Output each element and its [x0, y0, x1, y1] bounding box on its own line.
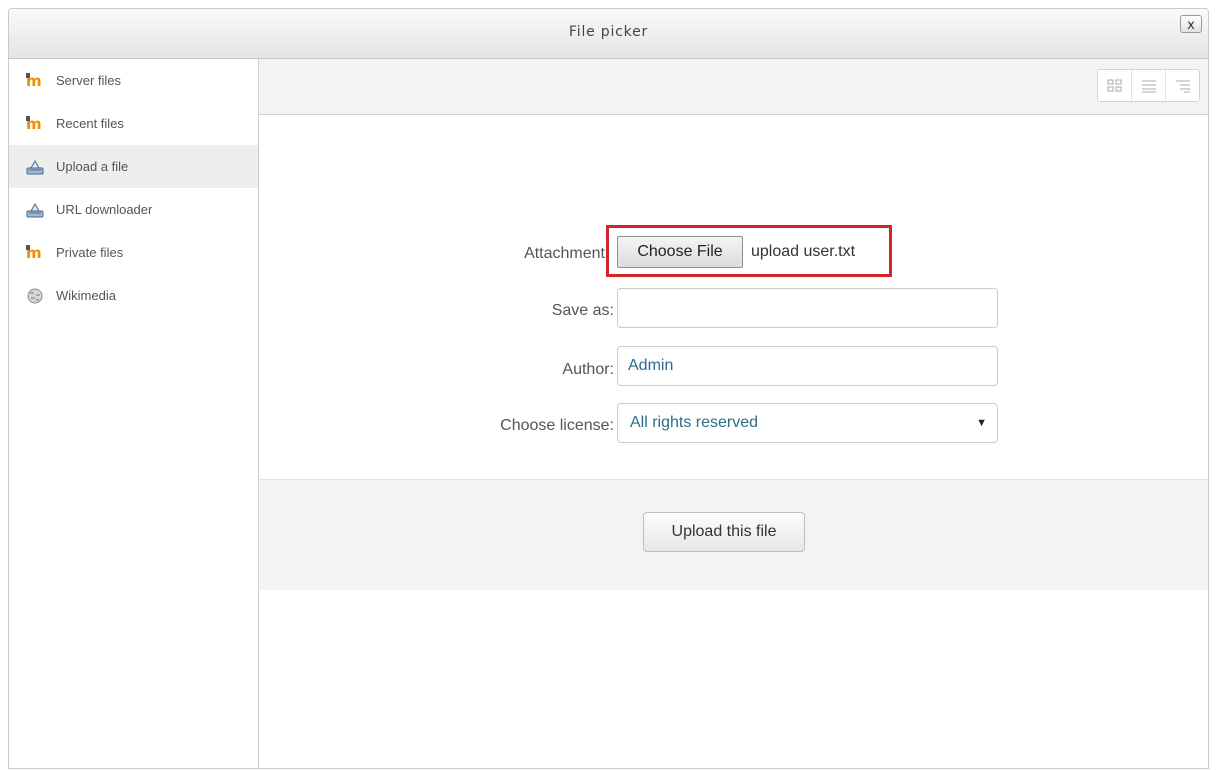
- view-toolbar: [259, 59, 1208, 115]
- tree-view-button[interactable]: [1166, 70, 1199, 101]
- sidebar-item-label: URL downloader: [56, 202, 153, 217]
- sidebar-item-url-downloader[interactable]: URL downloader: [9, 188, 258, 231]
- author-label: Author:: [562, 361, 614, 378]
- moodle-icon: m: [26, 244, 44, 261]
- save-as-label: Save as:: [551, 302, 614, 319]
- license-select[interactable]: All rights reserved ▼: [617, 403, 998, 443]
- wikipedia-globe-icon: [26, 288, 44, 304]
- close-button[interactable]: x: [1180, 15, 1202, 33]
- sidebar-item-label: Private files: [56, 245, 124, 260]
- sidebar-item-label: Upload a file: [56, 159, 129, 174]
- view-switcher: [1097, 69, 1200, 102]
- upload-icon: [26, 202, 44, 218]
- moodle-icon: m: [26, 115, 44, 132]
- sidebar-item-upload-a-file[interactable]: Upload a file: [9, 145, 258, 188]
- sidebar-item-wikimedia[interactable]: Wikimedia: [9, 274, 258, 317]
- dropdown-arrow-icon: ▼: [976, 417, 987, 429]
- upload-icon: [26, 159, 44, 175]
- license-label: Choose license:: [500, 417, 614, 434]
- icon-view-button[interactable]: [1098, 70, 1132, 101]
- upload-this-file-button[interactable]: Upload this file: [643, 512, 805, 552]
- upload-form: Attachment Choose File upload user.txt S…: [259, 115, 1208, 479]
- sidebar-item-server-files[interactable]: m Server files: [9, 59, 258, 102]
- attachment-label: Attachment: [524, 245, 605, 262]
- license-selected-value: All rights reserved: [630, 414, 759, 431]
- sidebar-item-label: Wikimedia: [56, 288, 116, 303]
- action-bar: Upload this file: [259, 479, 1208, 590]
- moodle-icon: m: [26, 72, 44, 89]
- dialog-title: File picker: [568, 24, 649, 40]
- sidebar-item-label: Server files: [56, 73, 122, 88]
- repository-sidebar: m Server files m Recent files Upload a f…: [9, 59, 259, 768]
- chosen-file-name: upload user.txt: [751, 243, 856, 260]
- list-icon: [1141, 80, 1156, 92]
- file-picker-dialog: File picker x m Server files m Recent fi…: [8, 8, 1209, 769]
- tree-icon: [1175, 80, 1190, 92]
- author-input[interactable]: Admin: [617, 346, 998, 386]
- save-as-input[interactable]: [617, 288, 998, 328]
- sidebar-item-recent-files[interactable]: m Recent files: [9, 102, 258, 145]
- sidebar-item-label: Recent files: [56, 116, 124, 131]
- grid-icon: [1107, 79, 1121, 91]
- choose-file-button[interactable]: Choose File: [617, 236, 743, 268]
- title-bar: File picker x: [9, 9, 1208, 59]
- sidebar-item-private-files[interactable]: m Private files: [9, 231, 258, 274]
- list-view-button[interactable]: [1132, 70, 1166, 101]
